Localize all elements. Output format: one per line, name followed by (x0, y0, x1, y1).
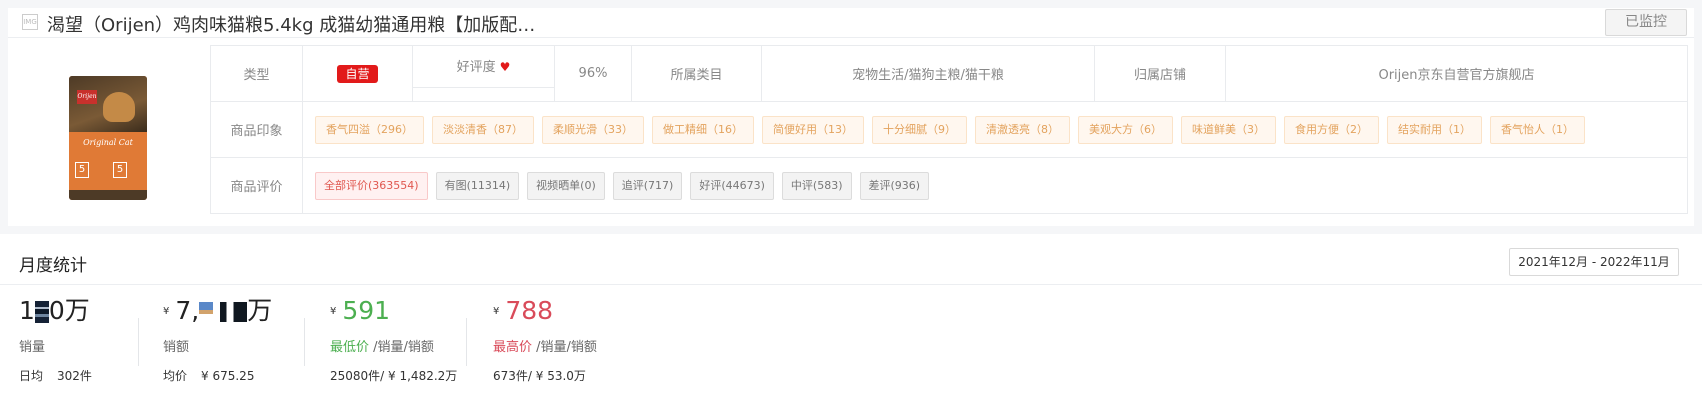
cat-image (103, 92, 135, 122)
sales-value: 1 0万 (19, 296, 90, 325)
review-filter-followup[interactable]: 追评(717) (612, 171, 683, 200)
product-title-row: IMG 渴望（Orijen）鸡肉味猫粮5.4kg 成猫幼猫通用粮【加版配… 已监… (8, 8, 1694, 38)
revenue-stat: ¥7, 万 销额 均价 ¥ 675.25 (163, 294, 272, 384)
divider (0, 284, 1702, 285)
product-title[interactable]: 渴望（Orijen）鸡肉味猫粮5.4kg 成猫幼猫通用粮【加版配… (47, 11, 535, 37)
divider (304, 318, 305, 366)
impression-tag[interactable]: 香气怡人（1） (1490, 115, 1585, 144)
min-price-stat: ¥591 最低价 /销量/销额 25080件/ ¥ 1,482.2万 (330, 294, 457, 384)
review-filter-all[interactable]: 全部评价(363554) (315, 171, 428, 200)
max-price-label: 最高价 /销量/销额 (493, 340, 597, 355)
impression-tag[interactable]: 清澈透亮（8） (975, 115, 1070, 144)
impression-tags: 香气四溢（296） 淡淡清香（87） 柔顺光滑（33） 做工精细（16） 简便好用（13… (302, 101, 1688, 158)
revenue-avg: 均价 ¥ 675.25 (163, 369, 255, 383)
haoping-label-cell: 好评度 ♥ (412, 45, 555, 102)
impression-tag[interactable]: 结实耐用（1） (1387, 115, 1482, 144)
impression-tag[interactable]: 味道鲜美（3） (1181, 115, 1276, 144)
max-price-stat: ¥788 最高价 /销量/销额 673件/ ¥ 53.0万 (493, 294, 597, 384)
haoping-value: 96% (554, 45, 632, 102)
product-thumbnail-icon: IMG (22, 14, 38, 30)
monitored-button[interactable]: 已监控 (1605, 9, 1687, 36)
min-price-value: ¥591 (330, 296, 391, 325)
max-price-value: ¥788 (493, 296, 554, 325)
redacted-mosaic (199, 302, 214, 322)
impression-tag[interactable]: 食用方便（2） (1284, 115, 1379, 144)
category-value[interactable]: 宠物生活/猫狗主粮/猫干粮 (761, 45, 1095, 102)
divider (138, 318, 139, 366)
section-title: 月度统计 (19, 256, 87, 276)
sales-stat: 1 0万 销量 日均 302件 (19, 294, 92, 384)
info-row-reviews: 商品评价 全部评价(363554) 有图(11314) 视频晒单(0) 追评(717)… (210, 157, 1688, 214)
review-filter-neutral[interactable]: 中评(583) (781, 171, 852, 200)
review-filter-negative[interactable]: 差评(936) (859, 171, 930, 200)
impression-tag[interactable]: 香气四溢（296） (315, 115, 424, 144)
info-row-impressions: 商品印象 香气四溢（296） 淡淡清香（87） 柔顺光滑（33） 做工精细（16） 简便… (210, 101, 1688, 158)
heart-icon: ♥ (499, 60, 511, 74)
impression-tag[interactable]: 做工精细（16） (652, 115, 754, 144)
product-card: IMG 渴望（Orijen）鸡肉味猫粮5.4kg 成猫幼猫通用粮【加版配… 已监… (8, 8, 1694, 226)
self-operated-badge: 自营 (337, 64, 378, 83)
category-label: 所属类目 (631, 45, 762, 102)
impression-tag[interactable]: 淡淡清香（87） (432, 115, 534, 144)
product-info-table: 类型 自营 好评度 ♥ 96% 所属类目 宠物生活/猫狗主粮/猫干粮 归属店铺 O… (210, 45, 1688, 214)
min-price-label: 最低价 /销量/销额 (330, 340, 434, 355)
review-filter-video[interactable]: 视频晒单(0) (527, 171, 605, 200)
revenue-label: 销额 (163, 340, 190, 355)
bag-badge: 5 (75, 162, 89, 178)
divider (466, 318, 467, 366)
bag-brand-logo: Orijen (77, 90, 97, 104)
redacted-mosaic (213, 302, 248, 322)
monthly-stats-card: 月度统计 2021年12月 - 2022年11月 1 0万 销量 日均 302件 ¥… (0, 234, 1702, 409)
date-range-picker[interactable]: 2021年12月 - 2022年11月 (1509, 248, 1679, 276)
review-filters: 全部评价(363554) 有图(11314) 视频晒单(0) 追评(717) 好评(44… (302, 157, 1688, 214)
review-label: 商品评价 (210, 157, 303, 214)
bag-bottom (69, 190, 147, 200)
type-label: 类型 (210, 45, 303, 102)
info-row-basic: 类型 自营 好评度 ♥ 96% 所属类目 宠物生活/猫狗主粮/猫干粮 归属店铺 O… (210, 45, 1688, 102)
haoping-label: 好评度 (456, 60, 496, 75)
sales-daily: 日均 302件 (19, 369, 92, 383)
impression-label: 商品印象 (210, 101, 303, 158)
product-image[interactable]: Orijen Original Cat 5 5 (63, 70, 151, 202)
review-filter-with-image[interactable]: 有图(11314) (435, 171, 520, 200)
impression-tag[interactable]: 十分细腻（9） (872, 115, 967, 144)
revenue-value: ¥7, 万 (163, 296, 273, 325)
impression-tag[interactable]: 美观大方（6） (1078, 115, 1173, 144)
bag-label: Original Cat (83, 138, 133, 147)
sales-label: 销量 (19, 340, 46, 355)
review-filter-positive[interactable]: 好评(44673) (690, 171, 774, 200)
impression-tag[interactable]: 柔顺光滑（33） (542, 115, 644, 144)
product-bag-image: Orijen Original Cat 5 5 (69, 76, 147, 200)
max-price-detail: 673件/ ¥ 53.0万 (493, 369, 586, 383)
min-price-detail: 25080件/ ¥ 1,482.2万 (330, 369, 458, 383)
redacted-mosaic (34, 301, 49, 323)
shop-value[interactable]: Orijen京东自营官方旗舰店 (1225, 45, 1688, 102)
bag-badge: 5 (113, 162, 127, 178)
impression-tag[interactable]: 简便好用（13） (762, 115, 864, 144)
type-value-cell: 自营 (302, 45, 413, 102)
shop-label: 归属店铺 (1094, 45, 1226, 102)
